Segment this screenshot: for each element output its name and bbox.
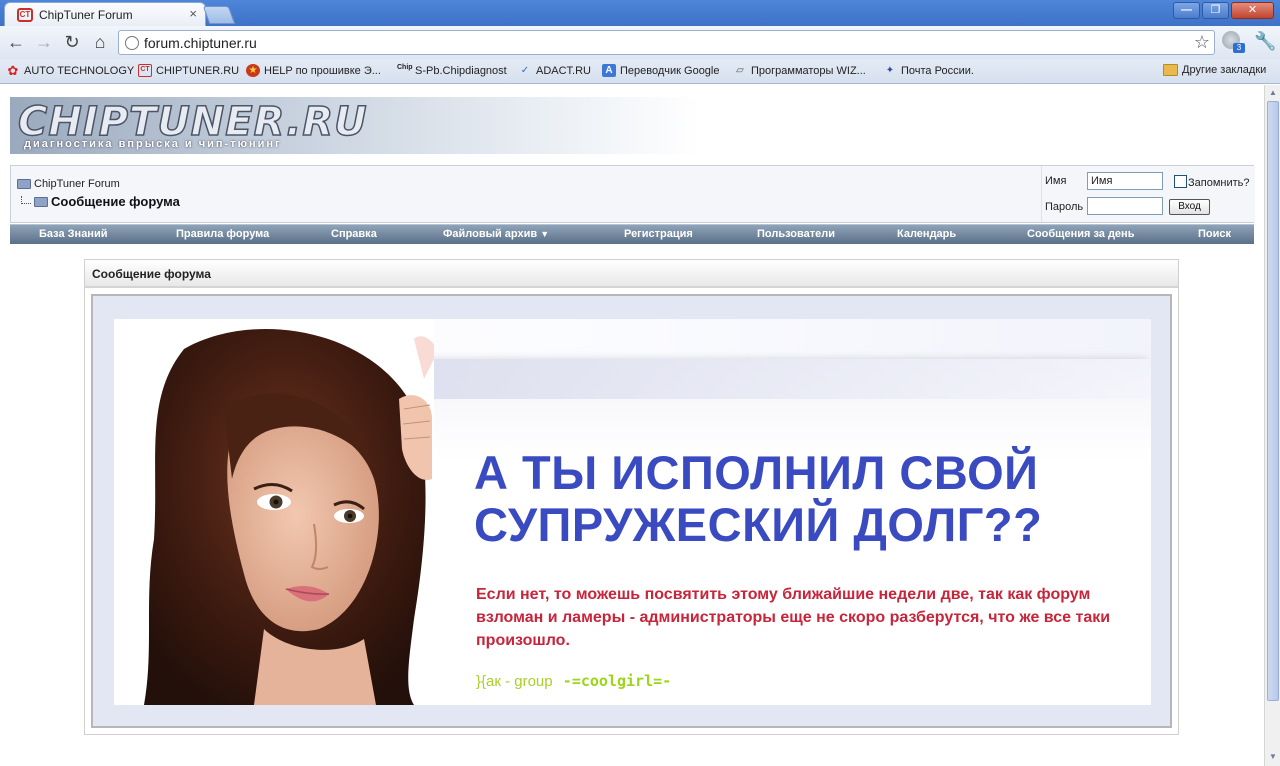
- home-icon[interactable]: ⌂: [88, 31, 112, 55]
- signature-tag: -=coolgirl=-: [562, 672, 672, 690]
- forum-menu-bar: База Знаний Правила форума Справка Файло…: [10, 224, 1254, 244]
- password-label: Пароль: [1045, 201, 1084, 213]
- translate-icon: A: [602, 64, 616, 77]
- ct-favicon-icon: CT: [17, 8, 33, 22]
- address-bar[interactable]: forum.chiptuner.ru ☆: [118, 30, 1215, 55]
- message-body: А ТЫ ИСПОЛНИЛ СВОЙ СУПРУЖЕСКИЙ ДОЛГ?? Ес…: [91, 294, 1172, 728]
- back-arrow-icon[interactable]: ←: [4, 31, 28, 55]
- tree-line-icon: [21, 195, 31, 204]
- breadcrumb: ChipTuner Forum: [17, 178, 120, 190]
- check-icon: ✓: [520, 65, 530, 76]
- scroll-down-icon[interactable]: ▼: [1267, 751, 1279, 763]
- girl-photo: [114, 319, 434, 705]
- scroll-up-icon[interactable]: ▲: [1267, 87, 1279, 99]
- flower-icon: ✿: [7, 63, 19, 78]
- username-label: Имя: [1045, 175, 1067, 187]
- other-bookmarks-label: Другие закладки: [1182, 64, 1267, 76]
- eagle-icon: ✦: [885, 65, 895, 76]
- forum-message-box: Сообщение форума А ТЫ ИСПОЛНИЛ СВОЙ СУПР…: [84, 259, 1179, 735]
- bookmark-star-icon[interactable]: ☆: [1194, 32, 1210, 53]
- minimize-button[interactable]: —: [1173, 2, 1200, 19]
- menu-item-members[interactable]: Пользователи: [757, 228, 835, 240]
- bookmark-item[interactable]: A Переводчик Google: [602, 64, 720, 77]
- bookmark-label: S-Pb.Chipdiagnost: [415, 64, 507, 77]
- close-window-button[interactable]: ✕: [1231, 2, 1274, 19]
- headline-line-2: СУПРУЖЕСКИЙ ДОЛГ??: [474, 498, 1043, 551]
- other-bookmarks[interactable]: Другие закладки: [1163, 64, 1266, 76]
- menu-item-file-archive[interactable]: Файловый архив ▼: [443, 228, 549, 240]
- forward-arrow-icon[interactable]: →: [32, 31, 56, 55]
- new-tab-button[interactable]: [202, 6, 236, 24]
- signature-group: }{ак - group: [476, 673, 557, 690]
- folder-icon: [1163, 64, 1178, 76]
- forum-folder-icon: [17, 179, 31, 189]
- reload-icon[interactable]: ↻: [60, 31, 84, 55]
- bookmark-item[interactable]: ▱ Программаторы WIZ...: [733, 64, 866, 77]
- page-title: Сообщение форума: [51, 194, 180, 209]
- globe-icon: [125, 36, 139, 50]
- headline-line-1: А ТЫ ИСПОЛНИЛ СВОЙ: [474, 446, 1039, 499]
- bookmark-label: ADACT.RU: [536, 64, 592, 77]
- bookmark-item[interactable]: CT CHIPTUNER.RU: [138, 64, 239, 77]
- menu-item-forum-rules[interactable]: Правила форума: [176, 228, 269, 240]
- banner-headline: А ТЫ ИСПОЛНИЛ СВОЙ СУПРУЖЕСКИЙ ДОЛГ??: [474, 447, 1134, 551]
- banner-signature: }{ак - group -=coolgirl=-: [476, 672, 671, 690]
- menu-item-file-archive-label: Файловый архив: [443, 228, 538, 240]
- bookmarks-bar: ✿ AUTO TECHNOLOGY CT CHIPTUNER.RU ★ HELP…: [0, 59, 1280, 84]
- menu-item-search[interactable]: Поиск: [1198, 228, 1231, 240]
- ct-icon: CT: [138, 64, 152, 77]
- browser-toolbar: ← → ↻ ⌂ forum.chiptuner.ru ☆: [0, 26, 1280, 59]
- bookmark-item[interactable]: Chip S-Pb.Chipdiagnost: [397, 64, 507, 77]
- star-badge-icon: ★: [246, 64, 260, 77]
- bookmark-item[interactable]: ✦ Почта России.: [883, 64, 974, 77]
- menu-item-calendar[interactable]: Календарь: [897, 228, 956, 240]
- site-tagline: диагностика впрыска и чип-тюнинг: [24, 138, 282, 150]
- vertical-scrollbar[interactable]: ▲ ▼: [1264, 85, 1280, 766]
- dropdown-arrow-icon: ▼: [540, 229, 550, 239]
- username-input[interactable]: [1087, 172, 1163, 190]
- chip-icon: Chip: [397, 64, 413, 71]
- breadcrumb-current: Сообщение форума: [21, 194, 180, 209]
- title-bar: CT ChipTuner Forum × — ❐ ✕: [0, 0, 1280, 26]
- remember-label: Запомнить?: [1188, 177, 1250, 189]
- login-form: Имя Запомнить? Пароль Вход: [1041, 166, 1255, 222]
- bookmark-item[interactable]: ✿ AUTO TECHNOLOGY: [6, 63, 135, 78]
- banner-body-text: Если нет, то можешь посвятить этому ближ…: [476, 586, 1111, 649]
- menu-item-register[interactable]: Регистрация: [624, 228, 693, 240]
- window-controls: — ❐ ✕: [1173, 2, 1274, 19]
- bookmark-item[interactable]: ★ HELP по прошивке Э...: [246, 64, 381, 77]
- browser-tab[interactable]: CT ChipTuner Forum ×: [4, 2, 206, 26]
- programmer-icon: ▱: [736, 65, 744, 76]
- password-input[interactable]: [1087, 197, 1163, 215]
- url-text: forum.chiptuner.ru: [144, 35, 257, 51]
- bookmark-label: CHIPTUNER.RU: [156, 64, 240, 77]
- menu-item-knowledge-base[interactable]: База Знаний: [39, 228, 107, 240]
- menu-item-todays-posts[interactable]: Сообщения за день: [1027, 228, 1134, 240]
- extension-badge: 3: [1233, 43, 1245, 53]
- bookmark-label: Программаторы WIZ...: [751, 64, 866, 77]
- menu-item-help[interactable]: Справка: [331, 228, 377, 240]
- login-button[interactable]: Вход: [1169, 199, 1210, 215]
- bookmark-label: Почта России.: [901, 64, 974, 77]
- message-header: Сообщение форума: [85, 260, 1178, 288]
- bookmark-label: AUTO TECHNOLOGY: [24, 64, 135, 77]
- tab-title: ChipTuner Forum: [39, 8, 133, 22]
- wrench-icon[interactable]: 🔧: [1254, 31, 1276, 52]
- maximize-button[interactable]: ❐: [1202, 2, 1229, 19]
- bookmark-item[interactable]: ✓ ADACT.RU: [518, 64, 591, 77]
- breadcrumb-root-link[interactable]: ChipTuner Forum: [34, 178, 120, 190]
- defacement-banner: А ТЫ ИСПОЛНИЛ СВОЙ СУПРУЖЕСКИЙ ДОЛГ?? Ес…: [114, 319, 1151, 705]
- navigation-panel: ChipTuner Forum Сообщение форума Имя Зап…: [10, 165, 1255, 223]
- site-logo-banner[interactable]: CHIPTUNER.RU диагностика впрыска и чип-т…: [10, 97, 700, 154]
- bookmark-label: HELP по прошивке Э...: [264, 64, 381, 77]
- tab-close-icon[interactable]: ×: [189, 6, 197, 21]
- scroll-thumb[interactable]: [1267, 101, 1279, 701]
- message-title: Сообщение форума: [92, 267, 211, 281]
- remember-checkbox[interactable]: [1174, 175, 1187, 188]
- page-viewport: CHIPTUNER.RU диагностика впрыска и чип-т…: [0, 85, 1264, 766]
- open-folder-icon: [34, 196, 48, 207]
- bookmark-label: Переводчик Google: [620, 64, 720, 77]
